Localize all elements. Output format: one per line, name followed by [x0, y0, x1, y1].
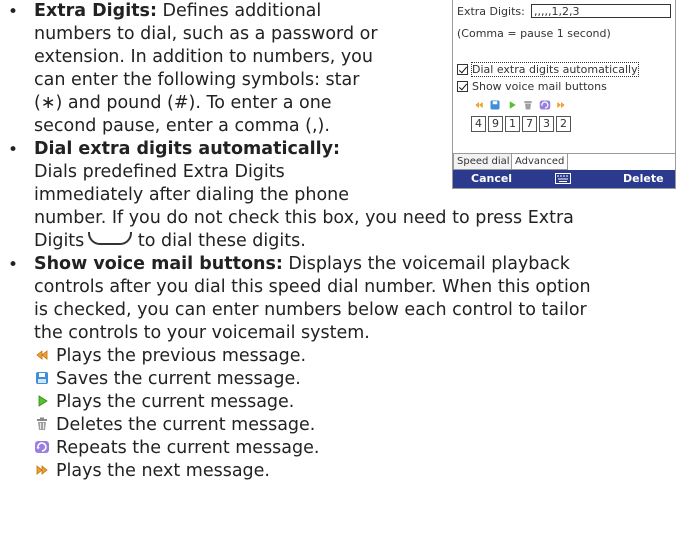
digit-field[interactable]: 1	[505, 116, 520, 132]
control-text: Plays the current message.	[56, 392, 295, 412]
play-message-icon	[38, 395, 48, 407]
dial-auto-checkbox[interactable]	[457, 64, 468, 75]
digit-field[interactable]: 4	[471, 116, 486, 132]
digit-field[interactable]: 9	[488, 116, 503, 132]
keyboard-icon[interactable]	[555, 173, 571, 184]
bullet-text: Displays the voicemail playback	[282, 254, 570, 274]
bullet-text: is checked, you can enter numbers below …	[34, 300, 587, 320]
tab-strip: Speed dial Advanced	[453, 153, 675, 170]
control-text: Repeats the current message.	[56, 438, 320, 458]
delete-message-icon	[37, 417, 47, 430]
bullet-text: can enter the following symbols: star	[34, 70, 360, 90]
bullet-line: Digits to dial these digits.	[34, 230, 306, 252]
tab-speed-dial[interactable]: Speed dial	[453, 154, 514, 170]
extra-digits-label: Extra Digits:	[457, 5, 525, 18]
bullet-text: number. If you do not check this box, yo…	[34, 208, 574, 228]
play-message-icon[interactable]	[506, 99, 518, 111]
bullet-marker: •	[8, 255, 19, 275]
bullet-text: extension. In addition to numbers, you	[34, 47, 373, 67]
softkey-bar: Cancel Delete	[453, 170, 675, 188]
bullet-text: to dial these digits.	[132, 231, 306, 251]
show-vm-term: Show voice mail buttons:	[34, 254, 283, 274]
bullet-text: Dials predefined Extra Digits	[34, 162, 285, 182]
bullet-marker: •	[8, 140, 19, 160]
next-message-icon[interactable]	[555, 99, 567, 111]
control-item: Plays the previous message.	[34, 345, 306, 367]
dial-auto-label: Dial extra digits automatically	[471, 62, 639, 77]
device-screenshot: Extra Digits: ,,,,,1,2,3 (Comma = pause …	[452, 0, 676, 189]
control-item: Plays the current message.	[34, 391, 294, 413]
bullet-line: Show voice mail buttons: Displays the vo…	[34, 253, 570, 275]
extra-digits-term: Extra Digits:	[34, 1, 157, 21]
digit-field[interactable]: 2	[556, 116, 571, 132]
dial-auto-term: Dial extra digits automatically:	[34, 139, 341, 159]
bullet-line: Extra Digits: Defines additional	[34, 0, 321, 22]
control-text: Saves the current message.	[56, 369, 301, 389]
control-text: Deletes the current message.	[56, 415, 316, 435]
bullet-text: Digits	[34, 231, 85, 251]
extra-digits-input[interactable]: ,,,,,1,2,3	[531, 4, 671, 18]
bullet-marker: •	[8, 2, 19, 22]
bullet-text: second pause, enter a comma (,).	[34, 116, 330, 136]
digit-field[interactable]: 3	[539, 116, 554, 132]
tab-advanced[interactable]: Advanced	[511, 154, 569, 170]
bullet-text: (∗) and pound (#). To enter a one	[34, 93, 332, 113]
bullet-text: controls after you dial this speed dial …	[34, 277, 591, 297]
previous-message-icon[interactable]	[473, 99, 485, 111]
save-message-icon[interactable]	[489, 99, 501, 111]
repeat-message-icon[interactable]	[539, 99, 551, 111]
comma-note: (Comma = pause 1 second)	[457, 27, 611, 40]
bullet-text: numbers to dial, such as a password or	[34, 24, 378, 44]
control-item: Repeats the current message.	[34, 437, 319, 459]
repeat-message-icon	[35, 441, 49, 453]
bullet-text: the controls to your voicemail system.	[34, 323, 370, 343]
show-vm-checkbox[interactable]	[457, 81, 468, 92]
save-message-icon	[36, 372, 48, 384]
extra-digits-key-icon	[88, 232, 133, 245]
control-item: Saves the current message.	[34, 368, 301, 390]
digit-field[interactable]: 7	[522, 116, 537, 132]
show-vm-label: Show voice mail buttons	[472, 80, 607, 93]
control-item: Deletes the current message.	[34, 414, 315, 436]
cancel-softkey[interactable]: Cancel	[471, 172, 512, 186]
bullet-text: immediately after dialing the phone	[34, 185, 350, 205]
control-text: Plays the next message.	[56, 461, 270, 481]
delete-message-icon[interactable]	[522, 99, 534, 111]
previous-message-icon	[36, 350, 48, 360]
next-message-icon	[36, 465, 48, 475]
bullet-text: Defines additional	[156, 1, 322, 21]
delete-softkey[interactable]: Delete	[623, 172, 664, 186]
document-page: • Extra Digits: Defines additional numbe…	[0, 0, 678, 533]
control-item: Plays the next message.	[34, 460, 270, 482]
control-text: Plays the previous message.	[56, 346, 307, 366]
